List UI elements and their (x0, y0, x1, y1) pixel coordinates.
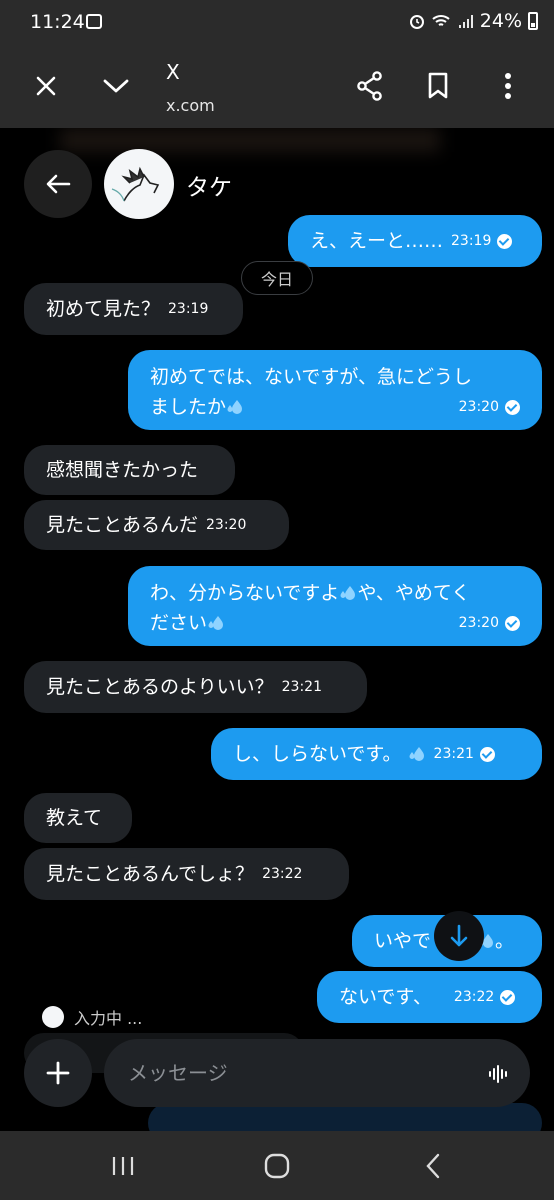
message-text: 見たことあるんだ (46, 514, 199, 536)
message-bubble-sent[interactable]: え、えーと…… 23:19 (288, 215, 542, 267)
read-check-icon (505, 615, 520, 631)
more-options-button[interactable] (488, 66, 528, 106)
close-button[interactable] (26, 66, 66, 106)
recent-apps-button[interactable] (106, 1149, 140, 1183)
message-bubble-received[interactable]: 見たことあるんだ 23:20 (24, 500, 289, 550)
sweat-drop-emoji (409, 747, 424, 761)
message-time: 23:19 (451, 233, 492, 249)
message-time: 23:19 (168, 301, 209, 317)
message-time: 23:22 (262, 866, 303, 882)
home-icon (264, 1153, 290, 1179)
browser-toolbar: X x.com (0, 44, 554, 128)
message-text: し、しらないです。 (233, 743, 402, 765)
message-text: 初めて見た？ (46, 298, 161, 320)
recent-apps-icon (112, 1157, 134, 1175)
system-back-button[interactable] (416, 1149, 450, 1183)
bookmark-button[interactable] (418, 66, 458, 106)
sweat-drop-emoji (227, 400, 243, 414)
system-back-icon (426, 1153, 440, 1179)
alarm-icon (409, 15, 424, 29)
home-button[interactable] (260, 1149, 294, 1183)
message-line: 初めてでは、ないですが、急にどうし (150, 366, 473, 388)
message-time: 23:20 (206, 517, 247, 533)
close-icon (36, 76, 56, 96)
system-nav-bar (0, 1131, 554, 1200)
arrow-down-icon (450, 924, 468, 947)
message-line: ださい (150, 612, 208, 634)
voice-wave-icon (489, 1065, 507, 1083)
battery-percent: 24% (479, 10, 522, 32)
typing-indicator: 入力中 ... (42, 1005, 142, 1029)
typing-avatar (42, 1006, 64, 1028)
message-line: や、やめてく (357, 582, 471, 604)
message-bubble-received[interactable]: 教えて (24, 793, 132, 843)
avatar-drawing (111, 166, 160, 202)
message-text: 教えて (46, 807, 103, 829)
message-composer[interactable] (104, 1039, 530, 1107)
message-bubble-sent[interactable]: わ、分からないですよ や、やめてく ださい 23:20 (128, 566, 542, 646)
voice-message-button[interactable] (486, 1061, 512, 1087)
message-bubble-received[interactable]: 見たことあるんでしょ？ 23:22 (24, 848, 349, 900)
message-input[interactable] (128, 1059, 468, 1087)
read-check-icon (479, 746, 495, 762)
message-text: いやで (374, 930, 432, 952)
message-bubble-received[interactable]: 初めて見た？ 23:19 (24, 283, 243, 335)
message-text: 感想聞きたかった (46, 459, 199, 481)
message-text: 見たことあるんでしょ？ (46, 863, 255, 885)
message-bubble-received[interactable]: 見たことあるのよりいい？ 23:21 (24, 661, 367, 713)
bookmark-icon (428, 72, 448, 99)
date-separator: 今日 (241, 261, 313, 295)
page-title: X (166, 60, 180, 84)
message-bubble-sent[interactable]: し、しらないです。 23:21 (211, 728, 542, 780)
contact-name[interactable]: タケ (186, 168, 232, 202)
status-icons: 24% (408, 10, 538, 32)
message-time: 23:22 (453, 989, 495, 1005)
message-bubble-received[interactable]: 感想聞きたかった (24, 445, 235, 495)
message-text: 見たことあるのよりいい？ (46, 676, 274, 698)
message-text: え、えーと…… (310, 230, 444, 252)
share-button[interactable] (350, 66, 390, 106)
message-time: 23:20 (458, 615, 499, 631)
scroll-to-bottom-button[interactable] (434, 911, 484, 961)
message-time: 23:21 (433, 746, 474, 762)
message-text: ないです、 (339, 986, 432, 1008)
message-time: 23:20 (458, 399, 499, 415)
header-shadow (60, 128, 440, 152)
battery-icon (528, 12, 538, 30)
status-bar: 11:24 24% (0, 0, 554, 44)
read-check-icon (497, 233, 513, 249)
obscured-message (148, 1103, 542, 1131)
minimize-button[interactable] (96, 66, 136, 106)
message-line: ましたか (150, 396, 227, 418)
message-bubble-sent[interactable]: ないです、 23:22 (317, 971, 542, 1023)
date-label: 今日 (260, 270, 293, 289)
chevron-down-icon (103, 79, 129, 93)
typing-text: 入力中 ... (74, 1009, 143, 1028)
message-line: わ、分からないですよ (150, 582, 340, 604)
back-button[interactable] (24, 150, 92, 218)
message-time: 23:21 (281, 679, 322, 695)
contact-avatar[interactable] (104, 149, 174, 219)
plus-icon (46, 1061, 70, 1085)
sweat-drop-emoji (340, 586, 356, 600)
message-bubble-sent[interactable]: 初めてでは、ないですが、急にどうし ましたか 23:20 (128, 350, 542, 430)
more-vertical-icon (505, 73, 511, 99)
sweat-drop-emoji (208, 616, 224, 630)
read-check-icon (505, 399, 520, 415)
read-check-icon (500, 989, 516, 1005)
status-time: 11:24 (30, 11, 85, 33)
page-url: x.com (166, 96, 215, 115)
signal-icon (458, 15, 473, 28)
message-text: 。 (495, 930, 515, 952)
back-arrow-icon (46, 174, 71, 194)
add-attachment-button[interactable] (24, 1039, 92, 1107)
share-icon (357, 71, 382, 101)
wifi-icon (432, 15, 450, 26)
image-notification-icon (86, 14, 102, 29)
chat-area[interactable]: タケ え、えーと…… 23:19 今日 初めて見た？ 23:19 初めてでは、な… (0, 128, 554, 1131)
